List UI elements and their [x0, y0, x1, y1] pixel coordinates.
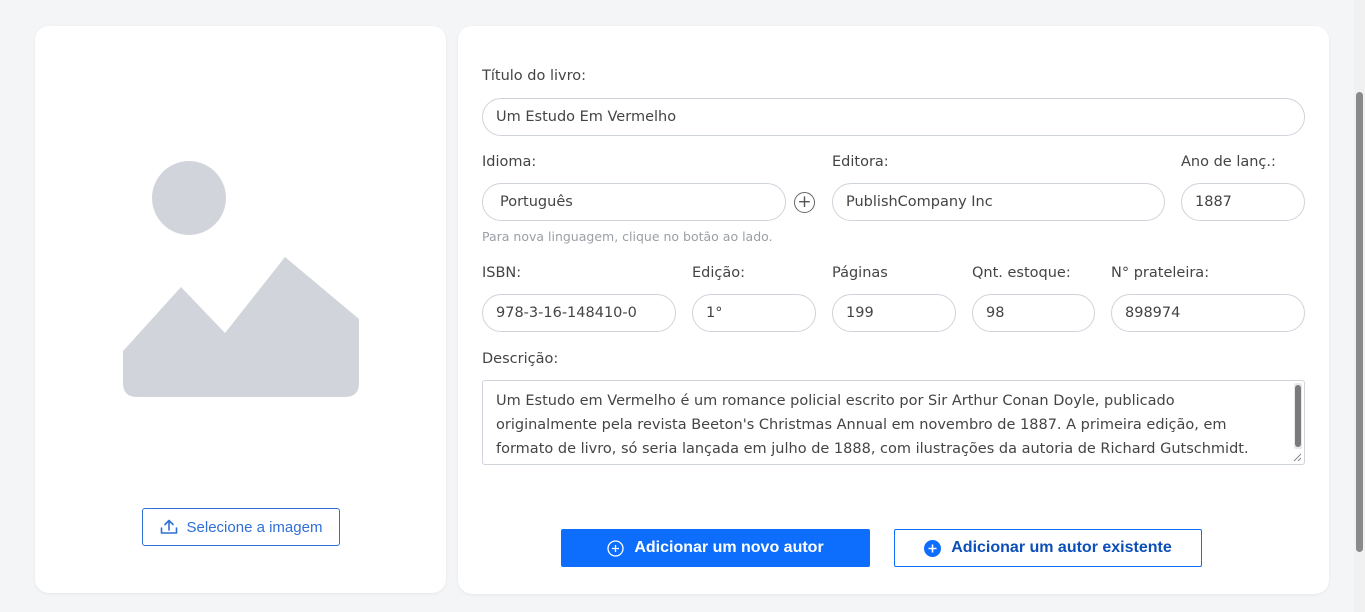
add-new-author-label: Adicionar um novo autor	[634, 539, 824, 556]
stock-input[interactable]: 98	[972, 294, 1095, 332]
description-scrollbar[interactable]	[1294, 383, 1302, 449]
title-label: Título do livro:	[482, 68, 586, 84]
stock-label: Qnt. estoque:	[972, 265, 1071, 281]
book-form-card: Título do livro: Um Estudo Em Vermelho I…	[458, 26, 1329, 594]
page-scrollbar-thumb[interactable]	[1356, 92, 1363, 552]
pages-label: Páginas	[832, 265, 888, 281]
shelf-input[interactable]: 898974	[1111, 294, 1305, 332]
page-scrollbar[interactable]	[1354, 0, 1365, 612]
year-label: Ano de lanç.:	[1181, 154, 1276, 170]
shelf-label: N° prateleira:	[1111, 265, 1210, 281]
upload-icon	[160, 519, 177, 534]
image-placeholder-icon	[123, 161, 359, 397]
add-existing-author-label: Adicionar um autor existente	[951, 539, 1172, 556]
isbn-input[interactable]: 978-3-16-148410-0	[482, 294, 676, 332]
plus-circle-filled-icon	[924, 539, 942, 557]
add-new-author-button[interactable]: Adicionar um novo autor	[561, 529, 870, 567]
language-hint: Para nova linguagem, clique no botão ao …	[482, 229, 773, 244]
select-image-label: Selecione a imagem	[186, 518, 323, 536]
plus-circle-outline-icon	[607, 539, 624, 557]
edition-label: Edição:	[692, 265, 746, 281]
language-select[interactable]: Português	[482, 183, 786, 221]
edition-input[interactable]: 1°	[692, 294, 816, 332]
image-card: Selecione a imagem	[35, 26, 446, 593]
description-scrollbar-thumb[interactable]	[1295, 385, 1301, 447]
resize-handle-icon[interactable]	[1292, 452, 1302, 462]
description-text: Um Estudo em Vermelho é um romance polic…	[496, 393, 1249, 457]
publisher-label: Editora:	[832, 154, 889, 170]
description-label: Descrição:	[482, 351, 559, 367]
add-existing-author-button[interactable]: Adicionar um autor existente	[894, 529, 1202, 567]
year-input[interactable]: 1887	[1181, 183, 1305, 221]
plus-circle-icon[interactable]: +	[794, 192, 815, 213]
publisher-input[interactable]: PublishCompany Inc	[832, 183, 1165, 221]
title-input[interactable]: Um Estudo Em Vermelho	[482, 98, 1305, 136]
description-textarea[interactable]: Um Estudo em Vermelho é um romance polic…	[482, 380, 1305, 465]
language-label: Idioma:	[482, 154, 537, 170]
isbn-label: ISBN:	[482, 265, 522, 281]
select-image-button[interactable]: Selecione a imagem	[142, 508, 340, 546]
pages-input[interactable]: 199	[832, 294, 956, 332]
